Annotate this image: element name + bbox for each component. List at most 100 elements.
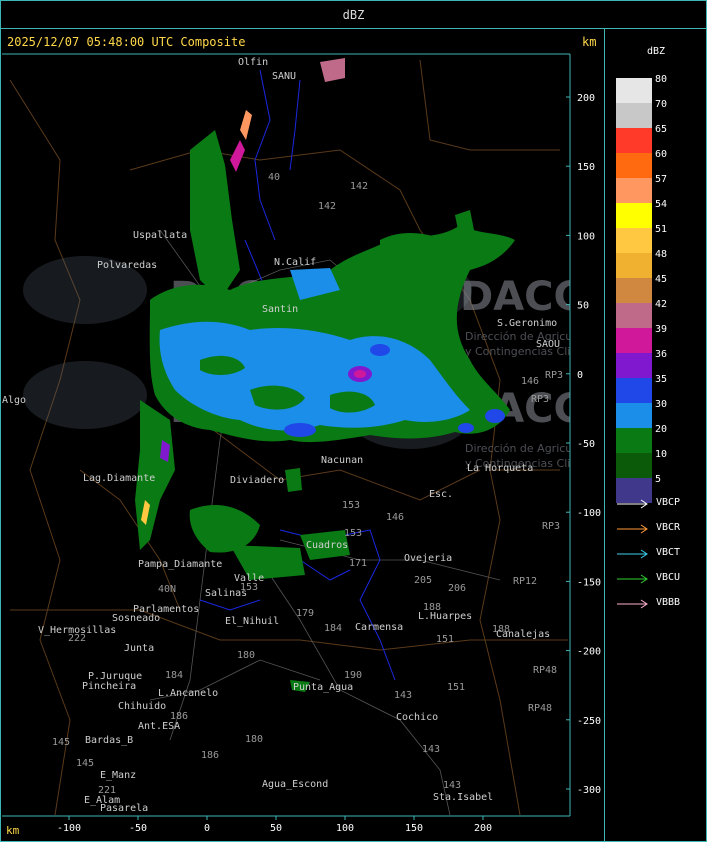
road-label: 221 bbox=[98, 785, 116, 796]
road-label: RP48 bbox=[533, 665, 557, 676]
y-axis-ticks: 200 150 100 50 0 -50 -100 -150 -200 -250 -300 bbox=[566, 93, 601, 796]
place-label: Polvaredas bbox=[97, 260, 157, 271]
x-tick-label: 50 bbox=[270, 823, 282, 834]
radar-label: VBCU bbox=[656, 572, 681, 583]
radar-map[interactable]: DACC DACC DACC DACC Dirección de Agricul… bbox=[0, 0, 605, 842]
x-tick-label: 150 bbox=[405, 823, 423, 834]
road-label: 171 bbox=[349, 558, 367, 569]
x-tick-label: 100 bbox=[336, 823, 354, 834]
place-label: Agua_Escond bbox=[262, 779, 328, 790]
road-label: 205 bbox=[414, 575, 432, 586]
legend-value: 35 bbox=[655, 374, 668, 385]
y-tick-label: -200 bbox=[577, 647, 601, 658]
road-label: 188 bbox=[492, 624, 510, 635]
x-tick-label: 0 bbox=[204, 823, 210, 834]
place-label: Sosneado bbox=[112, 613, 160, 624]
place-label: Cuadros bbox=[306, 540, 348, 551]
legend-value: 57 bbox=[655, 174, 668, 185]
y-tick-label: -300 bbox=[577, 785, 601, 796]
radar-label: VBCT bbox=[656, 547, 681, 558]
road-label: 153 bbox=[344, 528, 362, 539]
road-label: 142 bbox=[350, 181, 368, 192]
watermark-line: Dirección de Agricultura bbox=[465, 330, 598, 343]
road-label: 143 bbox=[394, 690, 412, 701]
road-label: RP3 bbox=[545, 370, 563, 381]
y-tick-label: 50 bbox=[577, 301, 589, 312]
legend-title: dBZ bbox=[647, 46, 666, 57]
radar-label: VBCP bbox=[656, 497, 681, 508]
place-label: El_Nihuil bbox=[225, 616, 279, 627]
road-label: 184 bbox=[165, 670, 183, 681]
road-label: 180 bbox=[237, 650, 255, 661]
legend-value: 70 bbox=[655, 99, 668, 110]
place-label: Cochico bbox=[396, 712, 438, 723]
y-tick-label: 200 bbox=[577, 93, 595, 104]
legend-value: 60 bbox=[655, 149, 668, 160]
place-label: Ovejeria bbox=[404, 553, 452, 564]
road-label: 153 bbox=[342, 500, 360, 511]
legend-value: 51 bbox=[655, 224, 668, 235]
legend-swatch bbox=[616, 428, 652, 453]
road-label: 186 bbox=[201, 750, 219, 761]
watermark-line: y Contingencias Climáticas bbox=[465, 345, 605, 358]
y-tick-label: 150 bbox=[577, 162, 595, 173]
legend-swatch bbox=[616, 178, 652, 203]
road-label: 146 bbox=[386, 512, 404, 523]
place-label: Uspallata bbox=[133, 230, 187, 241]
echo-ridge-hot bbox=[230, 140, 245, 172]
road-label: 146 bbox=[521, 376, 539, 387]
legend-value: 54 bbox=[655, 199, 668, 210]
arrow-icon bbox=[617, 499, 648, 509]
road-label: 40N bbox=[158, 584, 176, 595]
place-label: Nacunan bbox=[321, 455, 363, 466]
arrow-icon bbox=[617, 549, 648, 559]
place-label: L.Ancanelo bbox=[158, 688, 218, 699]
radar-label: VBCR bbox=[656, 522, 681, 533]
arrow-icon bbox=[617, 574, 648, 584]
legend-swatch bbox=[616, 453, 652, 478]
road-label: 143 bbox=[443, 780, 461, 791]
x-tick-label: 200 bbox=[474, 823, 492, 834]
road-label: 145 bbox=[76, 758, 94, 769]
place-label: Bardas_B bbox=[85, 735, 133, 746]
place-label: Pampa_Diamante bbox=[138, 559, 222, 570]
radar-echoes bbox=[135, 58, 515, 692]
place-label: SANU bbox=[272, 71, 296, 82]
legend-swatch bbox=[616, 103, 652, 128]
echo-green bbox=[380, 233, 445, 261]
echo-core bbox=[354, 370, 366, 378]
legend-swatch bbox=[616, 378, 652, 403]
road-label: RP3 bbox=[542, 521, 560, 532]
arrow-icon bbox=[617, 599, 648, 609]
echo-south bbox=[285, 468, 302, 492]
road-label: 40 bbox=[268, 172, 280, 183]
y-tick-label: 100 bbox=[577, 231, 595, 242]
legend-value: 65 bbox=[655, 124, 668, 135]
place-label: Punta_Agua bbox=[293, 682, 353, 693]
radar-label: VBBB bbox=[656, 597, 681, 608]
road-label: 151 bbox=[436, 634, 454, 645]
legend-swatch bbox=[616, 128, 652, 153]
legend-swatch bbox=[616, 328, 652, 353]
road-label: 188 bbox=[423, 602, 441, 613]
y-tick-label: -50 bbox=[577, 439, 595, 450]
road-label: 142 bbox=[318, 201, 336, 212]
legend-swatch bbox=[616, 353, 652, 378]
km-unit-label: km bbox=[582, 35, 597, 49]
legend-value: 20 bbox=[655, 424, 668, 435]
legend-swatch bbox=[616, 403, 652, 428]
legend-value: 39 bbox=[655, 324, 668, 335]
place-label: SAOU bbox=[536, 339, 560, 350]
place-label: Ant.ESA bbox=[138, 721, 180, 732]
place-label: Pincheira bbox=[82, 681, 136, 692]
legend-swatch bbox=[616, 78, 652, 103]
echo-ridge-hot bbox=[320, 58, 345, 82]
legend-value: 42 bbox=[655, 299, 668, 310]
legend-swatch bbox=[616, 153, 652, 178]
place-label: Junta bbox=[124, 643, 154, 654]
road-label: 222 bbox=[68, 633, 86, 644]
x-axis-ticks: -100 -50 0 50 100 150 200 bbox=[57, 816, 492, 834]
echo-core bbox=[458, 423, 474, 433]
legend-value: 48 bbox=[655, 249, 668, 260]
legend-value: 5 bbox=[655, 474, 662, 485]
